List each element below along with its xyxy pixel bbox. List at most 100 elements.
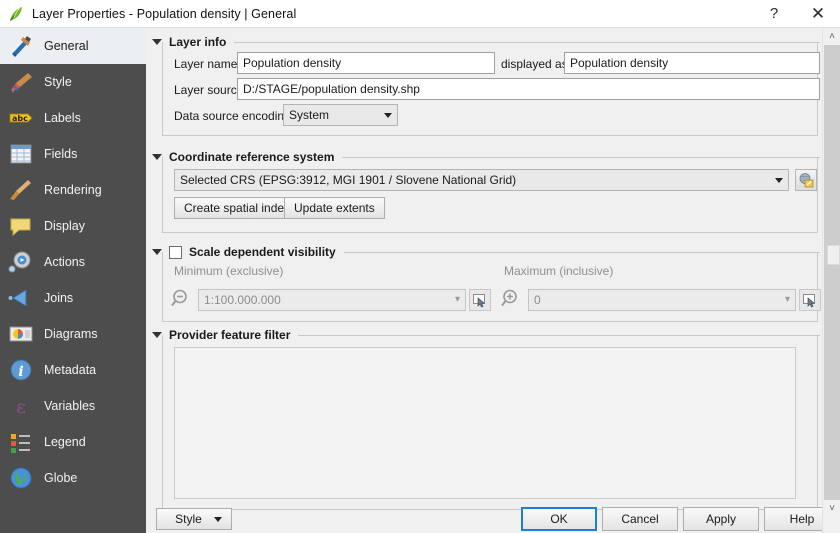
- style-button-label: Style: [175, 512, 202, 526]
- svg-text:abc: abc: [12, 114, 28, 123]
- sidebar-item-display[interactable]: Display: [0, 208, 146, 244]
- provider-filter-group: Provider feature filter: [152, 327, 820, 510]
- layer-source-input[interactable]: D:/STAGE/population density.shp: [237, 78, 820, 100]
- maximum-scale-input[interactable]: 0 ▾: [528, 289, 796, 311]
- left-arrow-join-icon: [8, 285, 34, 311]
- broom-icon: [8, 177, 34, 203]
- sidebar-item-style[interactable]: Style: [0, 64, 146, 100]
- sidebar-item-label: Display: [44, 219, 85, 233]
- sidebar-item-label: Style: [44, 75, 72, 89]
- sidebar-item-diagrams[interactable]: Diagrams: [0, 316, 146, 352]
- dialog-button-bar: Style OK Cancel Apply Help: [146, 505, 840, 533]
- crs-value: Selected CRS (EPSG:3912, MGI 1901 / Slov…: [180, 173, 517, 187]
- canvas-scale-picker-icon: [802, 292, 818, 308]
- sidebar-item-label: Labels: [44, 111, 81, 125]
- gear-play-icon: [8, 249, 34, 275]
- ok-button[interactable]: OK: [521, 507, 597, 531]
- globe-pencil-icon: [798, 172, 814, 188]
- sidebar-item-rendering[interactable]: Rendering: [0, 172, 146, 208]
- layer-name-input[interactable]: Population density: [237, 52, 495, 74]
- layer-name-label: Layer name: [174, 57, 238, 71]
- sidebar-item-actions[interactable]: Actions: [0, 244, 146, 280]
- scrollbar-thumb[interactable]: [827, 245, 840, 265]
- sidebar-item-general[interactable]: General: [0, 28, 146, 64]
- info-circle-icon: i: [8, 357, 34, 383]
- provider-filter-textarea[interactable]: [174, 347, 796, 499]
- abc-label-icon: abc: [8, 105, 34, 131]
- create-spatial-index-button[interactable]: Create spatial index: [174, 197, 301, 219]
- maximum-scale-label: Maximum (inclusive): [504, 264, 614, 278]
- displayed-as-label: displayed as: [501, 57, 568, 71]
- sidebar-item-labels[interactable]: abc Labels: [0, 100, 146, 136]
- chevron-down-icon: [214, 516, 222, 522]
- update-extents-button[interactable]: Update extents: [284, 197, 385, 219]
- canvas-scale-picker-icon: [472, 292, 488, 308]
- minimum-scale-value: 1:100.000.000: [204, 293, 281, 307]
- window-title: Layer Properties - Population density | …: [32, 6, 297, 21]
- hammer-wrench-icon: [8, 33, 34, 59]
- magnifier-minus-icon: [170, 288, 192, 310]
- crs-select[interactable]: Selected CRS (EPSG:3912, MGI 1901 / Slov…: [174, 169, 789, 191]
- collapse-triangle-icon[interactable]: [152, 249, 162, 255]
- sidebar-item-variables[interactable]: ε Variables: [0, 388, 146, 424]
- sidebar-item-fields[interactable]: Fields: [0, 136, 146, 172]
- sidebar-item-label: Legend: [44, 435, 86, 449]
- sidebar-item-globe[interactable]: Globe: [0, 460, 146, 496]
- chevron-down-icon: [775, 177, 783, 183]
- scale-visibility-body: [162, 252, 818, 322]
- scale-visibility-group: Scale dependent visibility Minimum (excl…: [152, 244, 821, 322]
- epsilon-icon: ε: [8, 393, 34, 419]
- legend-list-icon: [8, 429, 34, 455]
- collapse-triangle-icon[interactable]: [152, 332, 162, 338]
- minimum-scale-input[interactable]: 1:100.000.000 ▾: [198, 289, 466, 311]
- collapse-triangle-icon[interactable]: [152, 39, 162, 45]
- sidebar-item-label: Rendering: [44, 183, 102, 197]
- scrollbar-track[interactable]: [824, 45, 840, 500]
- encoding-select[interactable]: System: [283, 104, 398, 126]
- cancel-button[interactable]: Cancel: [602, 507, 678, 531]
- table-grid-icon: [8, 141, 34, 167]
- sidebar-item-label: Fields: [44, 147, 78, 161]
- encoding-value: System: [289, 108, 330, 122]
- speech-bubble-icon: [8, 213, 34, 239]
- sidebar-item-label: Joins: [44, 291, 74, 305]
- layer-source-label: Layer source: [174, 83, 244, 97]
- sidebar-item-label: Variables: [44, 399, 96, 413]
- displayed-as-input[interactable]: Population density: [564, 52, 820, 74]
- settings-sidebar[interactable]: General Style abc Labels Fields Renderin…: [0, 28, 146, 533]
- paintbrush-color-icon: [8, 69, 34, 95]
- layer-info-group: Layer info Layer name Population density…: [152, 34, 820, 136]
- title-bar: Layer Properties - Population density | …: [0, 0, 840, 28]
- magnifier-plus-icon: [500, 288, 522, 310]
- layer-properties-dialog: Layer Properties - Population density | …: [0, 0, 840, 533]
- select-crs-button[interactable]: [795, 169, 817, 191]
- sidebar-item-label: Globe: [44, 471, 78, 485]
- maximum-scale-value: 0: [534, 293, 541, 307]
- minimum-scale-label: Minimum (exclusive): [174, 264, 284, 278]
- sidebar-item-label: General: [44, 39, 89, 53]
- content-scrollbar[interactable]: ˄ ˅: [822, 28, 840, 533]
- sidebar-item-label: Diagrams: [44, 327, 98, 341]
- style-menu-button[interactable]: Style: [156, 508, 232, 530]
- chevron-down-icon: [384, 112, 392, 118]
- sidebar-item-label: Metadata: [44, 363, 97, 377]
- scroll-up-icon[interactable]: ˄: [823, 28, 840, 45]
- sidebar-item-legend[interactable]: Legend: [0, 424, 146, 460]
- sidebar-item-metadata[interactable]: i Metadata: [0, 352, 146, 388]
- help-titlebar-button[interactable]: ?: [752, 0, 796, 28]
- set-minimum-from-canvas-button[interactable]: [469, 289, 491, 311]
- crs-group: Coordinate reference system Selected CRS…: [152, 149, 820, 233]
- scroll-down-icon[interactable]: ˅: [823, 500, 840, 517]
- set-maximum-from-canvas-button[interactable]: [799, 289, 821, 311]
- apply-button[interactable]: Apply: [683, 507, 759, 531]
- pie-chart-panel-icon: [8, 321, 34, 347]
- sidebar-item-label: Actions: [44, 255, 85, 269]
- close-icon[interactable]: ✕: [796, 0, 840, 28]
- svg-text:i: i: [18, 364, 23, 380]
- collapse-triangle-icon[interactable]: [152, 154, 162, 160]
- globe-icon: [8, 465, 34, 491]
- chevron-down-icon: ▾: [784, 294, 790, 305]
- svg-text:ε: ε: [16, 396, 26, 418]
- sidebar-item-joins[interactable]: Joins: [0, 280, 146, 316]
- chevron-down-icon: ▾: [454, 294, 460, 305]
